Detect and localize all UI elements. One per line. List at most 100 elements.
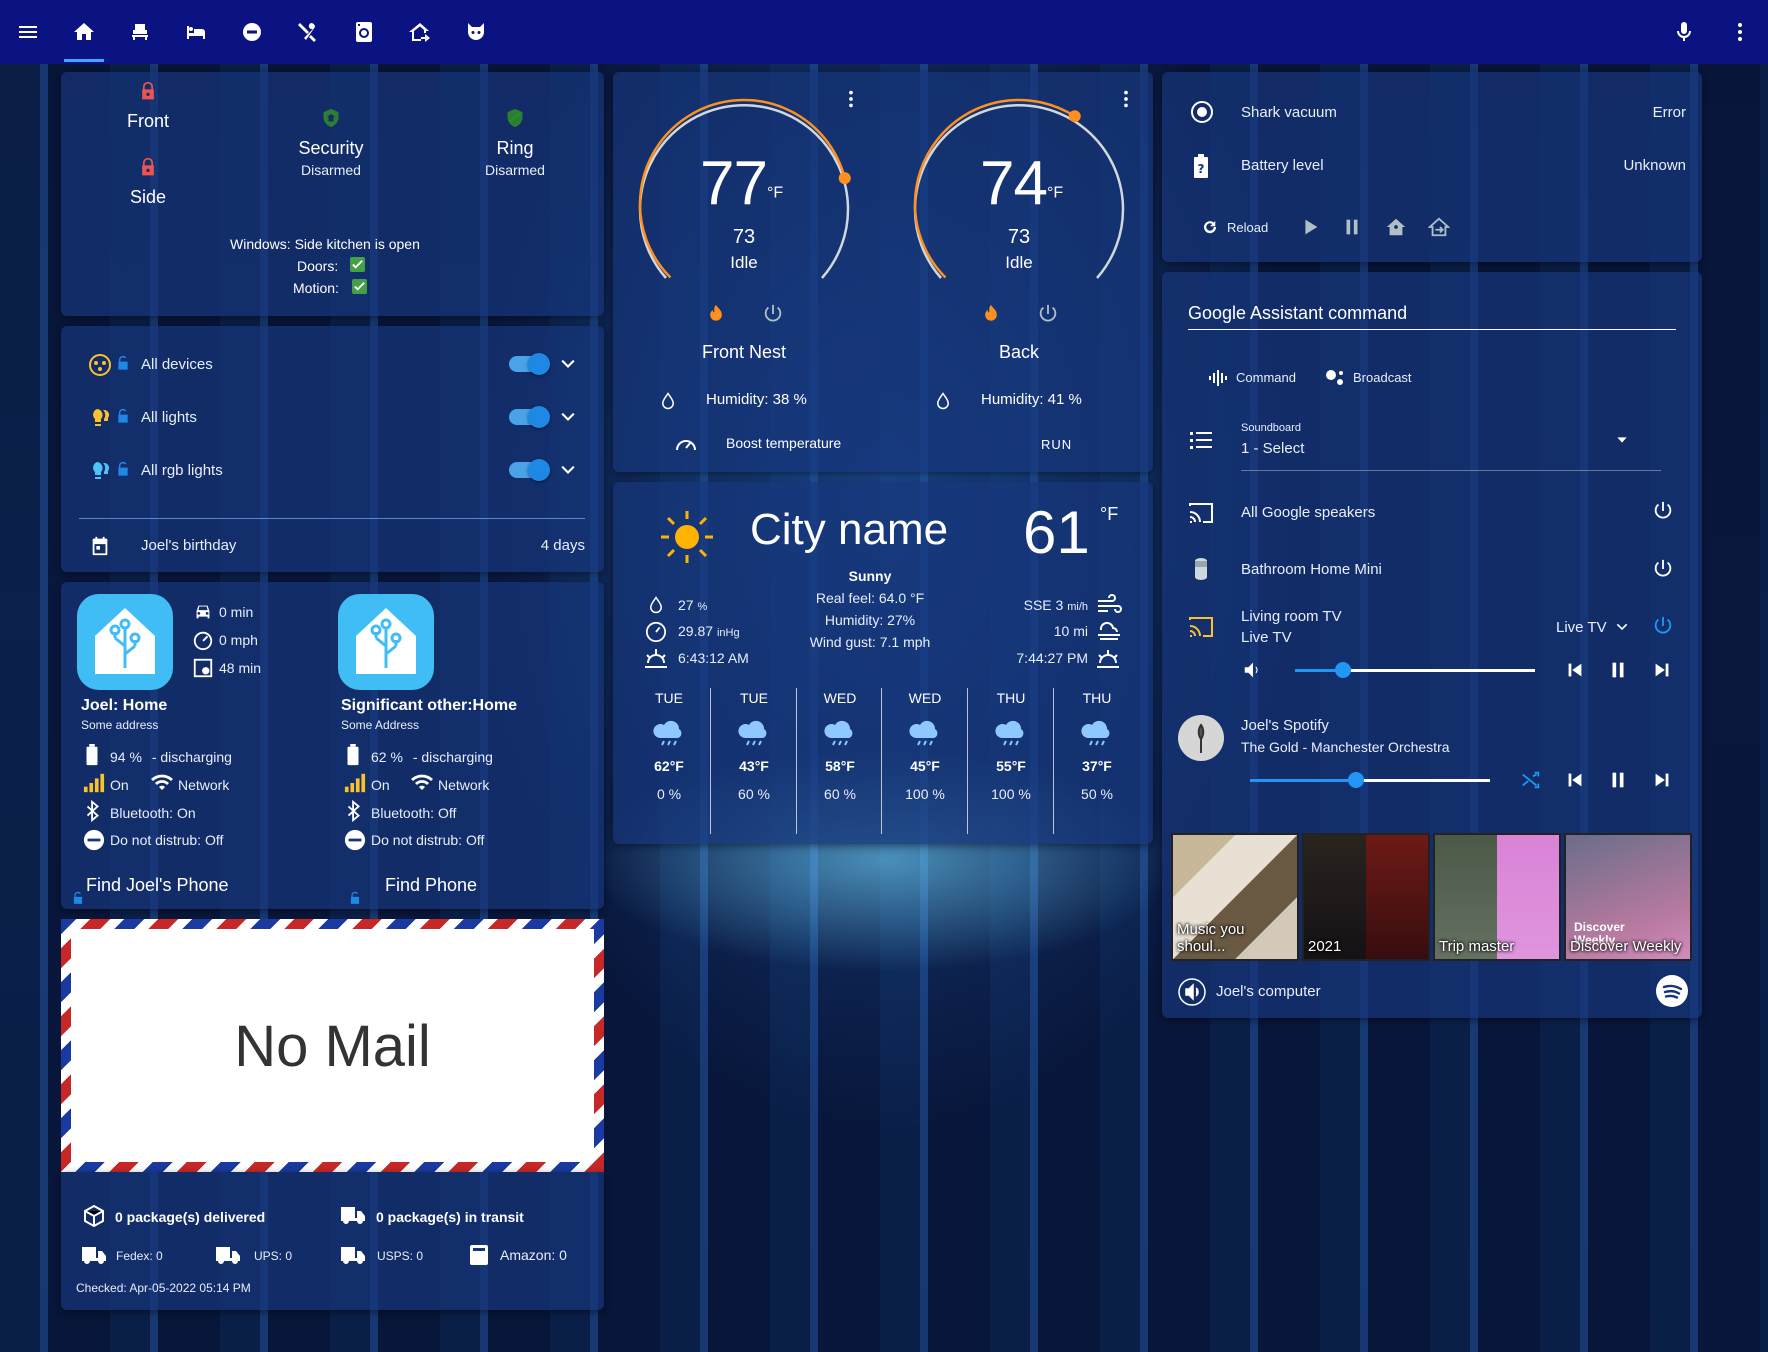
thermostat-humidity: Humidity: 41 %	[981, 391, 1082, 408]
cast-connected-icon	[1188, 616, 1214, 638]
playlist-title: 2021	[1308, 938, 1342, 955]
reload-icon[interactable]	[1201, 218, 1219, 236]
power-icon[interactable]	[1652, 558, 1674, 580]
precip-unit: %	[697, 601, 708, 613]
top-app-bar	[0, 0, 1768, 64]
bluetooth-state: Bluetooth: On	[110, 805, 196, 821]
kitchen-icon[interactable]	[280, 0, 336, 64]
water-percent-icon	[659, 390, 677, 412]
sofa-icon[interactable]	[112, 0, 168, 64]
more-vertical-icon[interactable]	[840, 88, 862, 110]
playlist-tile[interactable]: 2021	[1302, 833, 1430, 961]
fire-icon[interactable]	[981, 303, 1001, 325]
shield-icon[interactable]	[505, 107, 525, 129]
forecast-day-label: THU	[996, 690, 1026, 706]
gauge-icon	[645, 621, 667, 643]
lock-open-icon[interactable]	[115, 458, 131, 480]
current-temp: 77	[700, 149, 768, 218]
more-vertical-icon[interactable]	[1712, 0, 1768, 64]
menu-icon[interactable]	[0, 0, 56, 64]
shield-home-icon[interactable]	[321, 107, 341, 129]
find-phone-button[interactable]: Find Phone	[385, 875, 477, 896]
power-icon[interactable]	[1652, 615, 1674, 637]
weather-humidity: Humidity: 27%	[824, 612, 916, 628]
pause-icon[interactable]	[1607, 659, 1629, 681]
google-dots-icon[interactable]	[1325, 367, 1347, 387]
temp-unit: °F	[766, 184, 784, 202]
more-vertical-icon[interactable]	[1115, 88, 1137, 110]
assistant-input-underline[interactable]	[1188, 329, 1676, 330]
shuffle-icon[interactable]	[1520, 769, 1542, 791]
battery-level-label: Battery level	[1241, 157, 1324, 174]
fedex-count: Fedex: 0	[116, 1249, 163, 1263]
skip-next-icon[interactable]	[1651, 769, 1673, 791]
spotify-icon[interactable]	[1656, 975, 1688, 1007]
find-phone-button[interactable]: Find Joel's Phone	[86, 875, 229, 896]
thermostat-setpoint-knob[interactable]	[838, 172, 851, 185]
power-icon[interactable]	[1652, 500, 1674, 522]
lock-open-icon[interactable]	[348, 889, 362, 907]
soundboard-select[interactable]: 1 - Select	[1241, 440, 1304, 457]
tv-volume-knob[interactable]	[1335, 662, 1351, 678]
lock-icon[interactable]	[138, 80, 158, 102]
playlist-tile[interactable]: Trip master	[1433, 833, 1561, 961]
reload-button[interactable]: Reload	[1227, 220, 1268, 235]
play-icon[interactable]	[1299, 216, 1321, 238]
chevron-down-icon[interactable]	[558, 460, 578, 480]
thermostat-name: Back	[998, 342, 1040, 362]
skip-previous-icon[interactable]	[1564, 769, 1586, 791]
home-icon[interactable]	[56, 0, 112, 64]
wind-value: SSE 3	[1023, 597, 1064, 613]
record-icon[interactable]	[224, 0, 280, 64]
home-assistant-avatar	[338, 594, 434, 690]
cat-icon[interactable]	[448, 0, 504, 64]
volume-high-icon[interactable]	[1242, 659, 1264, 681]
google-assistant-icon[interactable]	[1208, 369, 1228, 387]
chevron-down-icon[interactable]	[1614, 432, 1630, 448]
command-tab[interactable]: Command	[1236, 370, 1296, 385]
thermostat-setpoint-knob[interactable]	[1068, 110, 1081, 123]
toggle-all-lights[interactable]	[509, 406, 550, 428]
lock-open-icon[interactable]	[71, 889, 85, 907]
playlist-tile[interactable]: Discover Weekly Discover Weekly	[1564, 833, 1692, 961]
home-export-icon[interactable]	[392, 0, 448, 64]
playlist-title: Discover Weekly	[1570, 938, 1682, 955]
toggle-all-rgb-lights[interactable]	[509, 459, 550, 481]
skip-previous-icon[interactable]	[1564, 659, 1586, 681]
dnd-state: Do not distrub: Off	[110, 832, 224, 848]
bed-icon[interactable]	[168, 0, 224, 64]
lock-icon[interactable]	[138, 156, 158, 178]
lock-open-icon[interactable]	[115, 352, 131, 374]
chevron-down-icon[interactable]	[558, 407, 578, 427]
bluetooth-icon	[85, 800, 101, 822]
chevron-down-icon[interactable]	[558, 354, 578, 374]
mail-checked-time: Checked: Apr-05-2022 05:14 PM	[76, 1281, 251, 1295]
toggle-all-devices[interactable]	[509, 353, 550, 375]
broadcast-tab[interactable]: Broadcast	[1353, 370, 1412, 385]
do-not-disturb-icon	[83, 829, 105, 851]
lock-open-icon[interactable]	[115, 405, 131, 427]
network-label: Network	[178, 777, 230, 793]
water-percent-icon	[934, 390, 952, 412]
cloud-rain-icon	[652, 718, 686, 748]
boost-run-button[interactable]: RUN	[1041, 437, 1072, 452]
power-icon[interactable]	[762, 303, 784, 325]
pause-icon[interactable]	[1341, 216, 1363, 238]
home-import-icon[interactable]	[1428, 216, 1450, 238]
home-map-marker-icon[interactable]	[1385, 216, 1407, 238]
cast-icon	[1188, 502, 1214, 524]
signal-state: On	[371, 777, 390, 793]
power-icon[interactable]	[1037, 303, 1059, 325]
microphone-icon[interactable]	[1656, 0, 1712, 64]
chevron-down-icon[interactable]	[1614, 619, 1630, 635]
washer-icon[interactable]	[336, 0, 392, 64]
person-address: Some address	[81, 718, 159, 732]
bluetooth-off-icon	[346, 800, 362, 822]
pause-icon[interactable]	[1607, 769, 1629, 791]
tv-source-select[interactable]: Live TV	[1556, 619, 1607, 636]
fire-icon[interactable]	[706, 303, 726, 325]
forecast-temp: 45°F	[910, 758, 940, 774]
skip-next-icon[interactable]	[1651, 659, 1673, 681]
playlist-tile[interactable]: Music you shoul...	[1171, 833, 1299, 961]
spotify-volume-knob[interactable]	[1347, 772, 1364, 788]
